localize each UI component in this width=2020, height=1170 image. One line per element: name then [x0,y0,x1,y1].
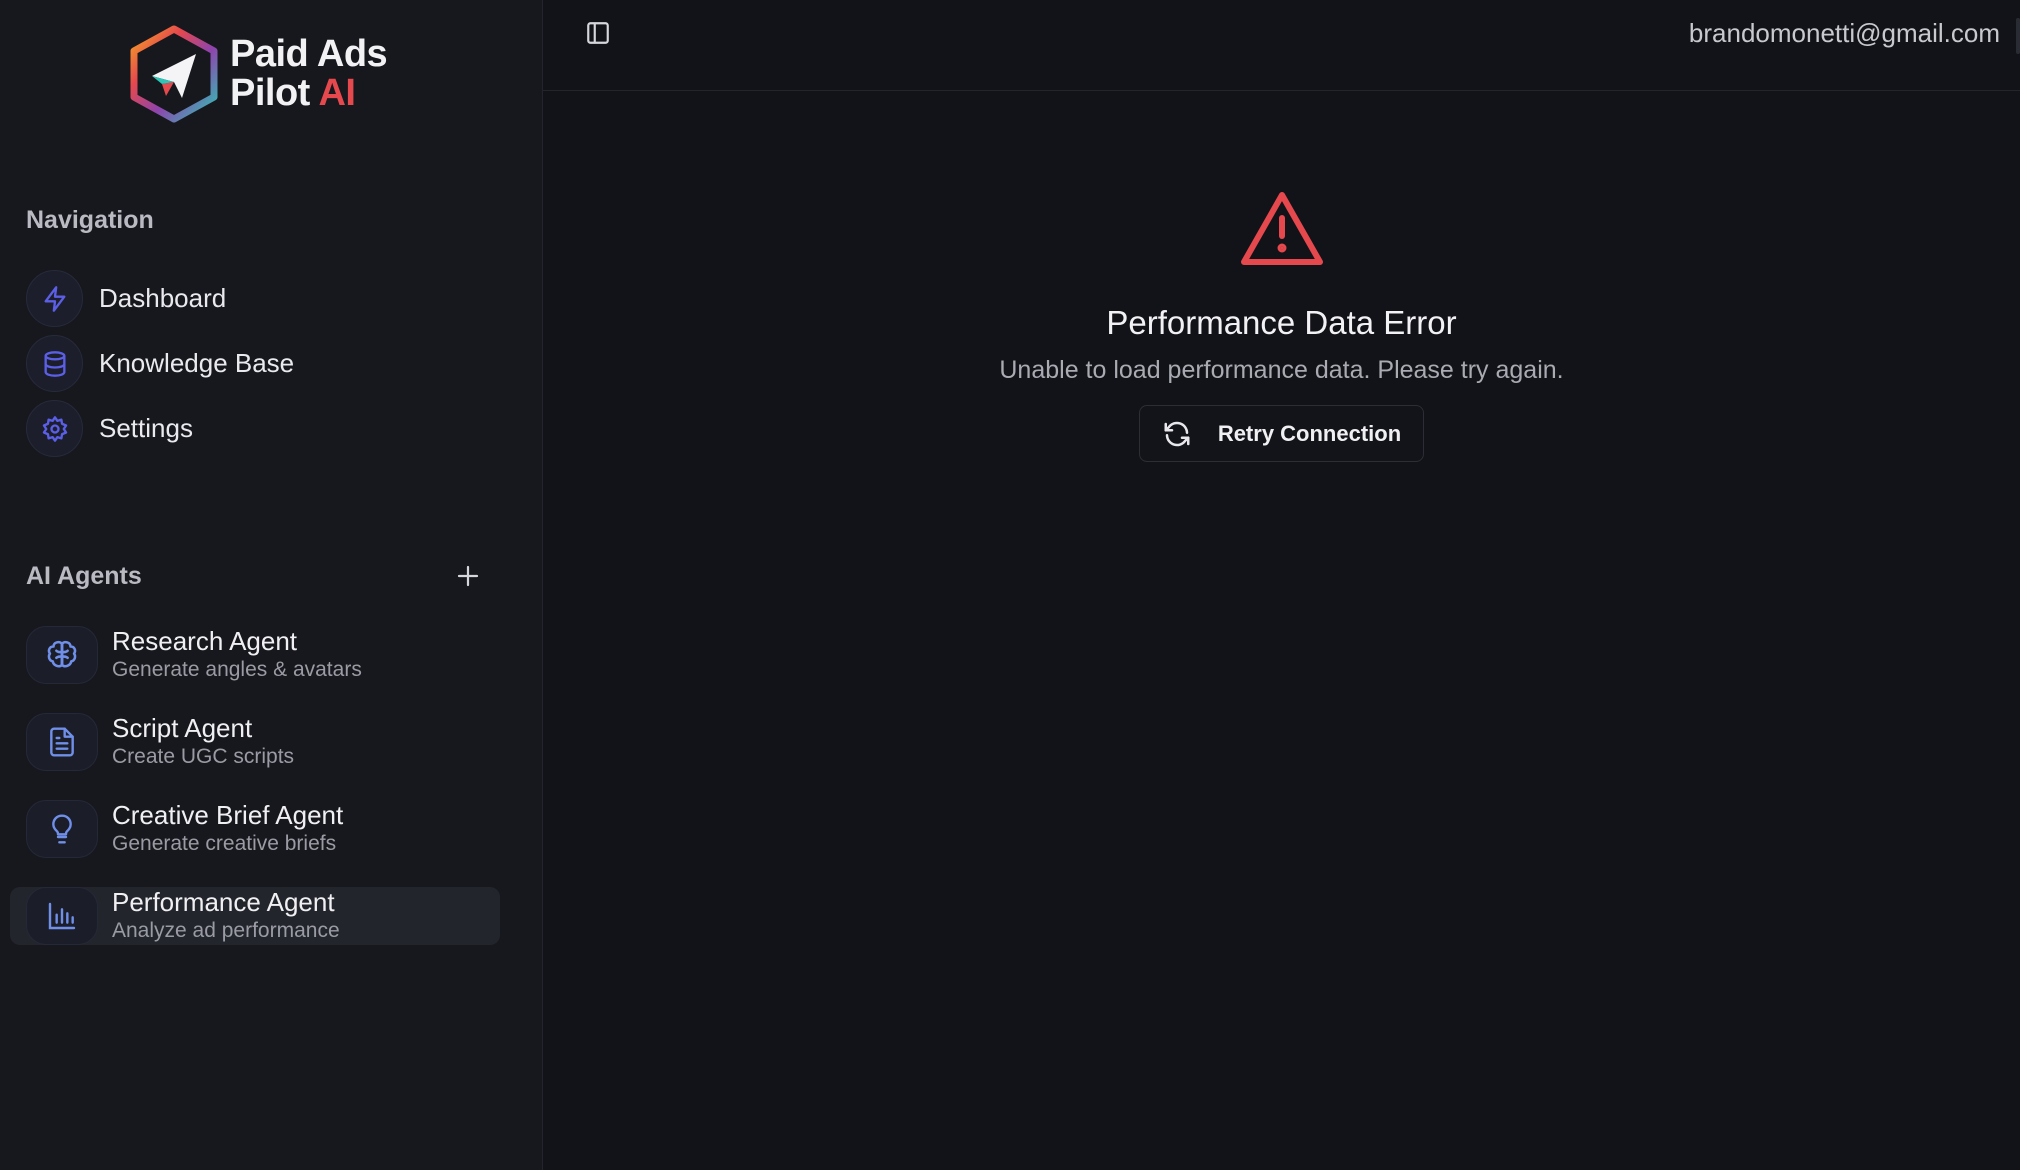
agent-name: Performance Agent [112,887,335,917]
agent-text: Research Agent Generate angles & avatars [112,626,362,684]
nav-item-label: Knowledge Base [99,348,295,378]
agent-item-creative-brief[interactable]: Creative Brief Agent Generate creative b… [10,800,500,858]
refresh-icon [1164,421,1190,446]
agent-list: Research Agent Generate angles & avatars… [10,626,500,974]
agent-item-script[interactable]: Script Agent Create UGC scripts [10,713,500,771]
main-content: brandomonetti@gmail.com Performance Data… [543,0,2020,1170]
user-email[interactable]: brandomonetti@gmail.com [1689,18,2000,49]
agent-name: Creative Brief Agent [112,800,344,830]
top-bar: brandomonetti@gmail.com [543,0,2020,91]
scrollbar-edge [2016,18,2020,54]
app-root: Paid Ads Pilot AI Navigation Dashboard K… [0,0,2020,1170]
nav-item-settings[interactable]: Settings [26,400,294,457]
agent-item-research[interactable]: Research Agent Generate angles & avatars [10,626,500,684]
ai-agents-heading: AI Agents [26,562,142,590]
brand-name: Paid Ads Pilot AI [230,33,388,113]
toggle-sidebar-button[interactable] [583,18,613,48]
brain-icon [26,626,98,684]
bar-chart-icon [26,887,98,945]
database-icon [26,335,83,392]
plus-icon [457,565,479,587]
warning-triangle-icon [1240,192,1323,265]
agent-description: Analyze ad performance [112,919,340,942]
paper-plane-logo-icon [130,25,218,123]
agent-name: Research Agent [112,626,298,656]
agent-text: Performance Agent Analyze ad performance [112,887,340,945]
lightning-icon [26,270,83,327]
retry-button-label: Retry Connection [1217,420,1402,446]
nav-list: Dashboard Knowledge Base Settings [26,270,294,465]
agent-text: Script Agent Create UGC scripts [112,713,294,771]
nav-item-label: Settings [99,413,193,443]
brand-line2-prefix: Pilot [230,72,319,114]
brand-logo[interactable]: Paid Ads Pilot AI [126,24,388,124]
sidebar: Paid Ads Pilot AI Navigation Dashboard K… [0,0,543,1170]
agent-name: Script Agent [112,713,253,743]
error-title: Performance Data Error [1106,304,1457,341]
agent-description: Create UGC scripts [112,745,295,768]
navigation-heading: Navigation [26,206,154,234]
error-panel: Performance Data Error Unable to load pe… [543,190,2020,462]
brand-line1: Paid Ads [230,33,388,75]
add-agent-button[interactable] [452,560,484,592]
agent-item-performance[interactable]: Performance Agent Analyze ad performance [10,887,500,945]
lightbulb-icon [26,800,98,858]
sidebar-toggle-icon [587,22,609,44]
brand-line2: Pilot AI [230,74,387,113]
agent-text: Creative Brief Agent Generate creative b… [112,800,343,858]
nav-item-label: Dashboard [99,283,227,313]
nav-item-dashboard[interactable]: Dashboard [26,270,294,327]
agent-description: Generate creative briefs [112,832,337,855]
error-message: Unable to load performance data. Please … [999,356,1564,384]
brand-ai-accent: AI [318,72,356,114]
gear-icon [26,400,83,457]
document-icon [26,713,98,771]
agent-description: Generate angles & avatars [112,658,362,681]
nav-item-knowledge-base[interactable]: Knowledge Base [26,335,294,392]
retry-connection-button[interactable]: Retry Connection [1138,405,1425,462]
